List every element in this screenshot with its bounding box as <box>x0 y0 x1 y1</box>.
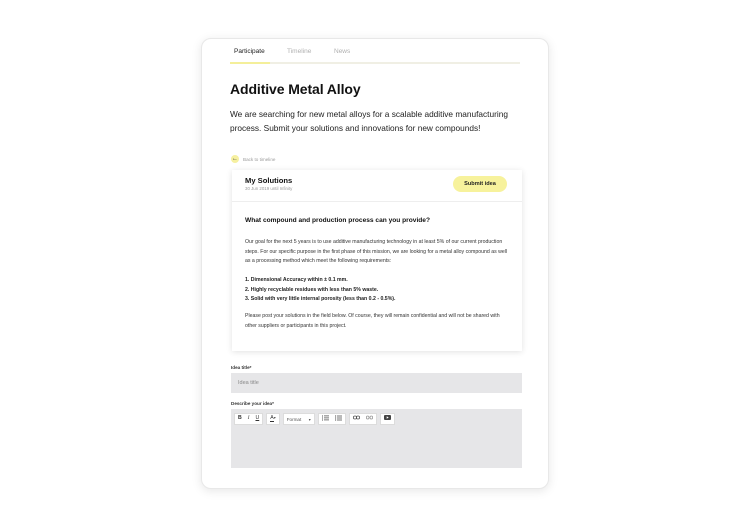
arrow-left-icon: ← <box>231 155 239 163</box>
chevron-down-icon: ▾ <box>308 416 311 422</box>
bullet-list-icon[interactable] <box>334 415 342 423</box>
font-color-button[interactable]: A▾ <box>270 415 276 423</box>
describe-idea-label: Describe your idea* <box>231 401 274 406</box>
card-title: My Solutions <box>245 176 293 185</box>
submit-idea-button[interactable]: Submit idea <box>453 176 507 192</box>
editor-toolbar: B I U A▾ Format ▾ <box>234 413 395 425</box>
back-link-label: Back to timeline <box>243 156 276 162</box>
tab-participate[interactable]: Participate <box>234 48 265 55</box>
requirement-item: 2. Highly recyclable residues with less … <box>245 286 379 293</box>
idea-title-label: Idea title* <box>231 365 252 370</box>
idea-title-placeholder: Idea title <box>238 380 259 386</box>
active-tab-indicator <box>230 62 270 64</box>
browser-frame: Participate Timeline News Additive Metal… <box>201 38 549 489</box>
video-icon[interactable] <box>383 415 391 422</box>
toolbar-group-lists <box>317 413 346 425</box>
tab-bar: Participate Timeline News <box>230 39 520 64</box>
toolbar-group-media <box>379 413 395 425</box>
requirement-item: 3. Solid with very little internal poros… <box>245 296 396 302</box>
card-note: Please post your solutions in the field … <box>245 313 500 329</box>
back-link[interactable]: ← Back to timeline <box>231 154 275 164</box>
underline-button[interactable]: U <box>255 416 259 421</box>
solutions-card: My Solutions 30 Jun 2019 until Infinity … <box>232 170 522 351</box>
italic-button[interactable]: I <box>248 416 250 421</box>
idea-title-input[interactable]: Idea title <box>231 373 522 393</box>
card-paragraph: Our goal for the next 5 years is to use … <box>245 239 508 264</box>
link-icon[interactable] <box>352 415 360 422</box>
format-select-label: Format <box>286 416 302 422</box>
requirement-item: 1. Dimensional Accuracy within ± 0.1 mm. <box>245 277 348 283</box>
toolbar-group-text-style: B I U <box>234 413 264 425</box>
requirements-list: 1. Dimensional Accuracy within ± 0.1 mm.… <box>245 276 395 305</box>
unlink-icon[interactable] <box>365 415 373 422</box>
toolbar-group-links <box>348 413 377 425</box>
idea-description-editor[interactable]: B I U A▾ Format ▾ <box>231 409 522 468</box>
tab-timeline[interactable]: Timeline <box>287 48 311 55</box>
format-select[interactable]: Format ▾ <box>282 413 315 425</box>
page-title: Additive Metal Alloy <box>230 81 361 97</box>
ordered-list-icon[interactable] <box>321 415 329 423</box>
chevron-down-icon: ▾ <box>273 415 276 421</box>
card-question: What compound and production process can… <box>245 217 431 224</box>
bold-button[interactable]: B <box>238 416 242 421</box>
card-date: 30 Jun 2019 until Infinity <box>245 186 293 191</box>
toolbar-group-color: A▾ <box>266 413 280 425</box>
card-header: My Solutions 30 Jun 2019 until Infinity … <box>232 170 522 202</box>
tab-news[interactable]: News <box>334 48 350 55</box>
page-intro: We are searching for new metal alloys fo… <box>230 109 508 133</box>
